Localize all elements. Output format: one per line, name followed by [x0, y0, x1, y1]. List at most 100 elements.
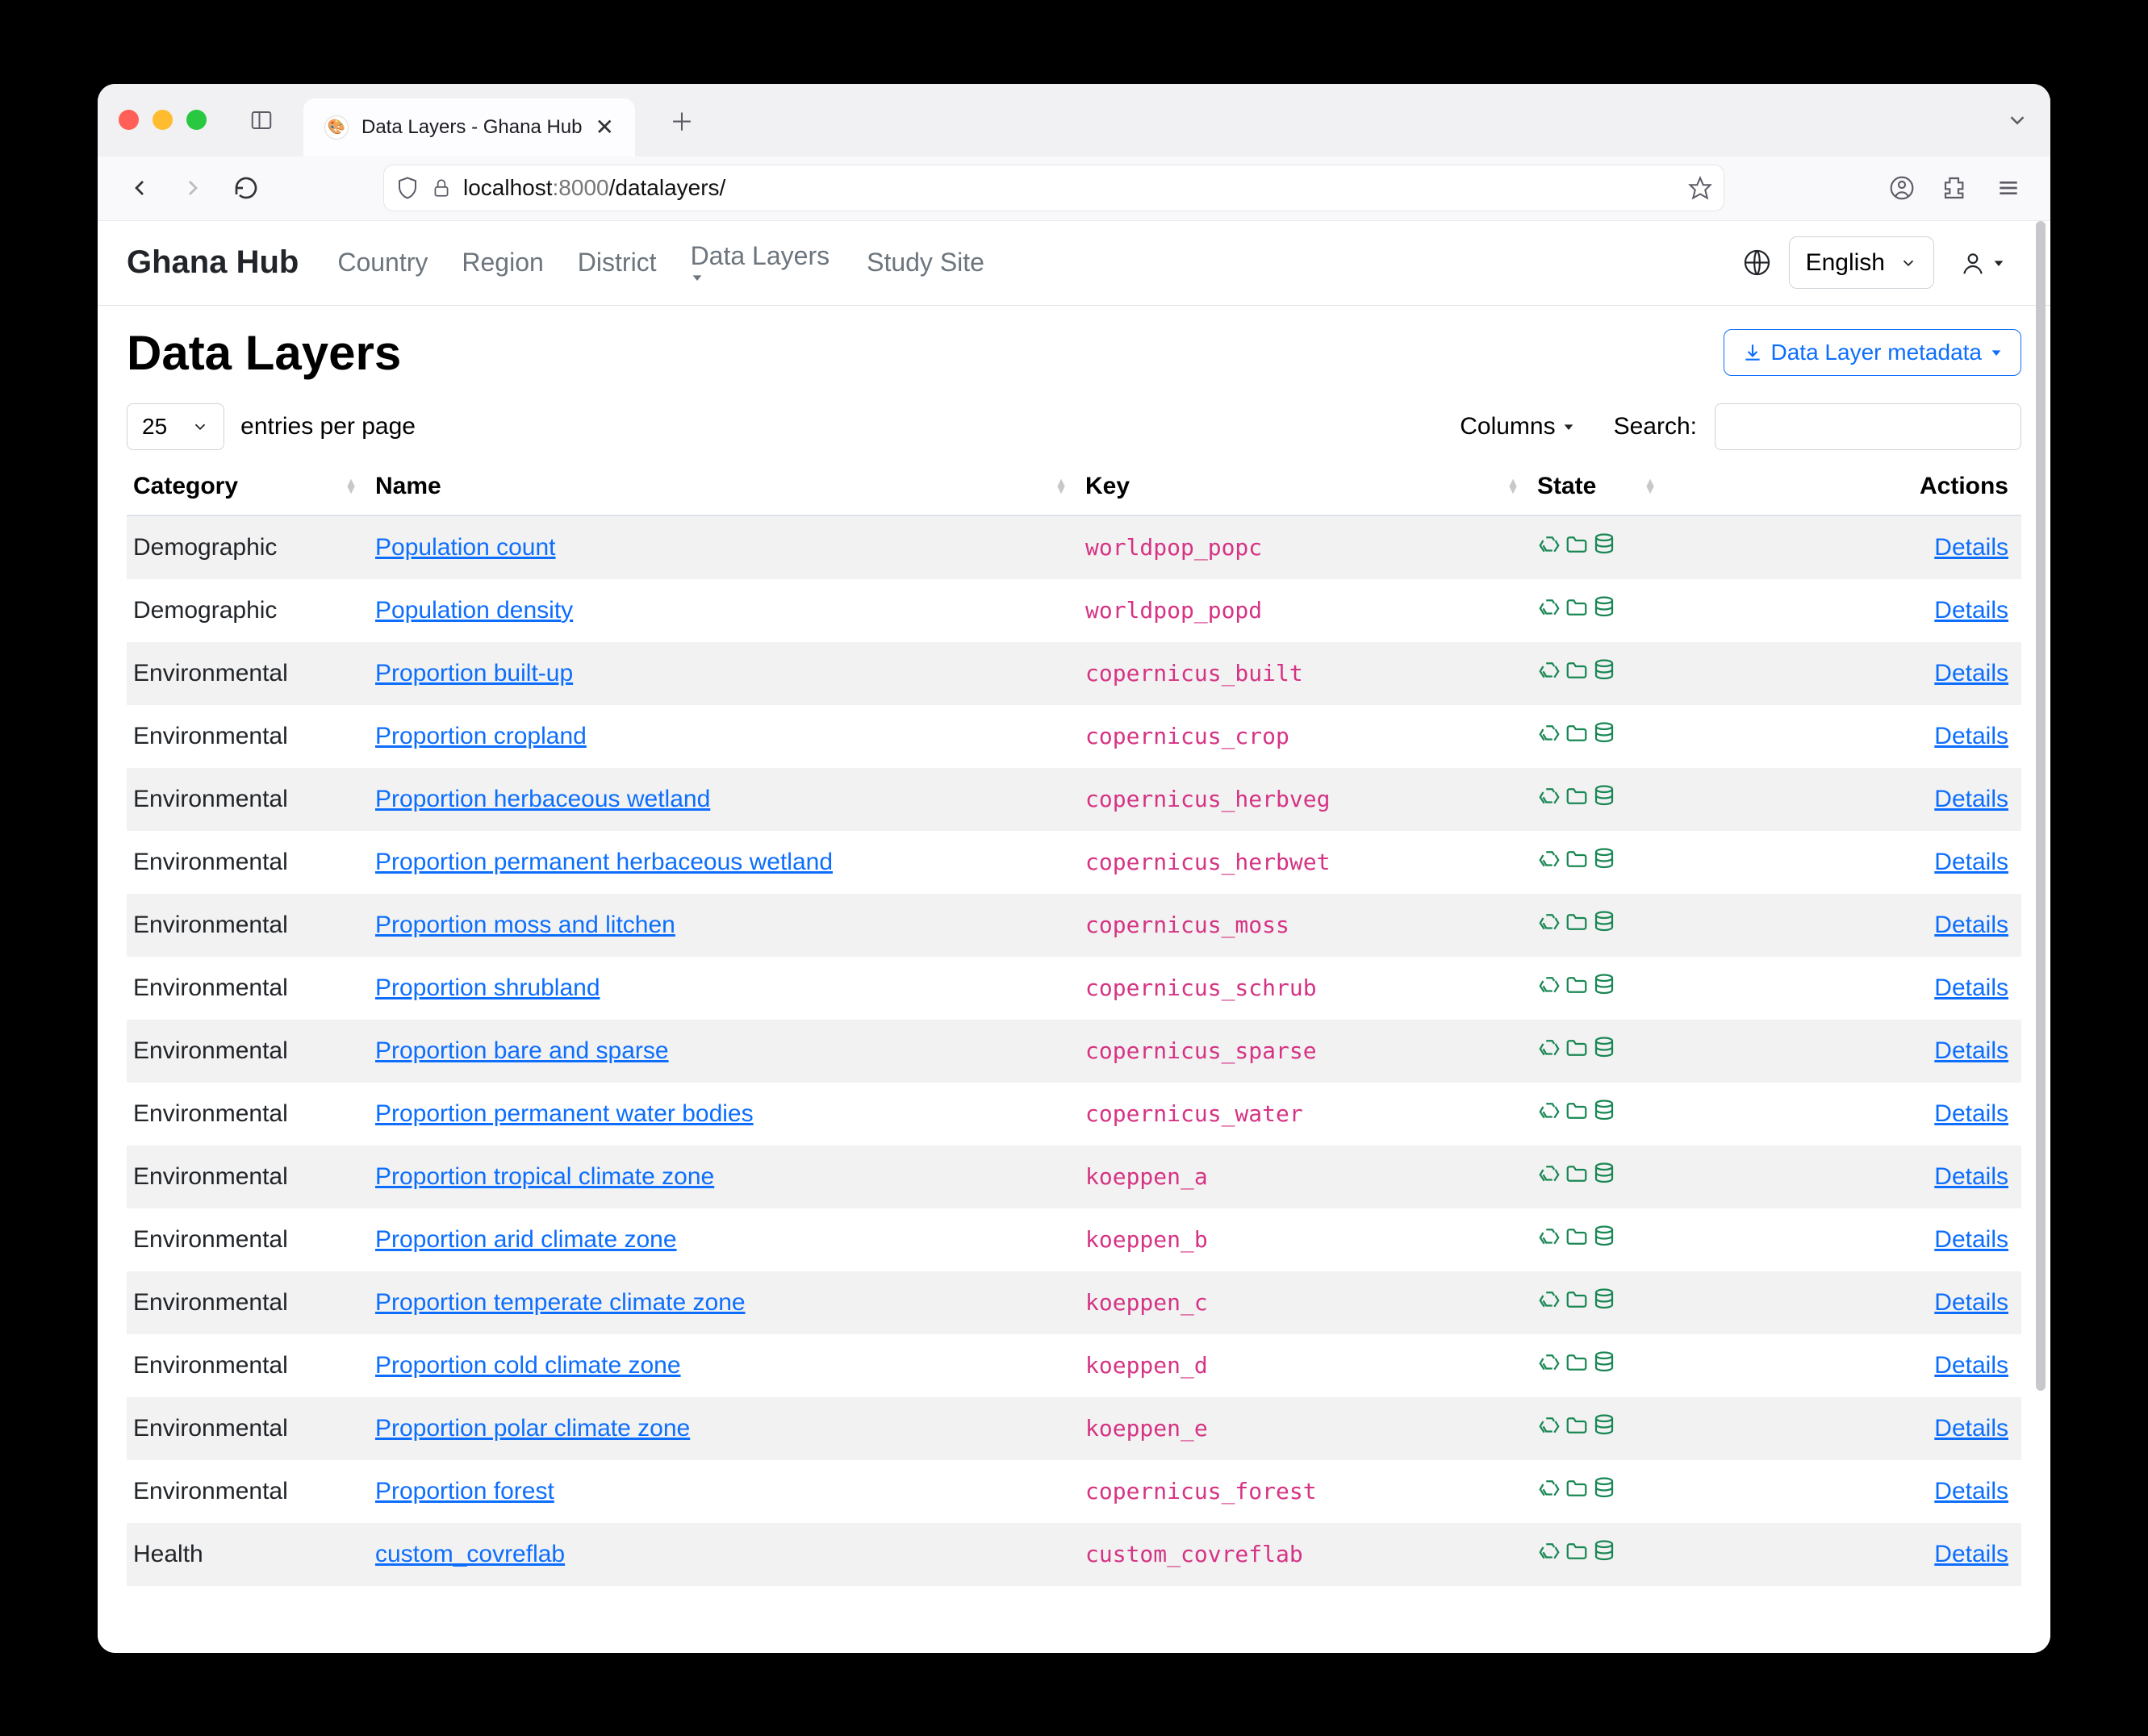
layer-link[interactable]: Proportion temperate climate zone	[375, 1289, 746, 1316]
site-brand[interactable]: Ghana Hub	[127, 244, 299, 281]
state-icons	[1537, 1099, 1616, 1123]
cell-state	[1531, 957, 1668, 1020]
layer-link[interactable]: Proportion forest	[375, 1478, 554, 1504]
state-icons	[1537, 1162, 1616, 1186]
folder-icon	[1565, 1162, 1589, 1186]
forward-button[interactable]	[172, 167, 214, 209]
layer-link[interactable]: Proportion tropical climate zone	[375, 1163, 714, 1190]
details-link[interactable]: Details	[1934, 912, 2008, 938]
col-category[interactable]: Category▲▼	[127, 458, 369, 515]
tabs-overflow-icon[interactable]	[2005, 108, 2029, 132]
layer-link[interactable]: Proportion herbaceous wetland	[375, 786, 710, 812]
cell-name: Proportion tropical climate zone	[369, 1146, 1079, 1208]
nav-link-district[interactable]: District	[573, 241, 662, 284]
cell-name: Proportion permanent water bodies	[369, 1083, 1079, 1146]
folder-icon	[1565, 973, 1589, 997]
extensions-icon[interactable]	[1934, 167, 1976, 209]
col-key[interactable]: Key▲▼	[1079, 458, 1531, 515]
table-row: Environmental Proportion temperate clima…	[127, 1271, 2021, 1334]
metadata-download-button[interactable]: Data Layer metadata	[1724, 329, 2022, 376]
details-link[interactable]: Details	[1934, 849, 2008, 875]
recycle-icon	[1537, 1225, 1561, 1249]
cell-category: Demographic	[127, 515, 369, 579]
layer-link[interactable]: Population density	[375, 597, 573, 624]
entries-per-page-select[interactable]: 25	[127, 403, 224, 450]
search-label: Search:	[1614, 413, 1697, 440]
back-button[interactable]	[119, 167, 161, 209]
nav-link-study-site[interactable]: Study Site	[862, 241, 989, 284]
state-icons	[1537, 1413, 1616, 1438]
nav-link-country[interactable]: Country	[332, 241, 433, 284]
cell-name: Proportion polar climate zone	[369, 1397, 1079, 1460]
maximize-window-button[interactable]	[186, 110, 207, 130]
layer-link[interactable]: Proportion permanent herbaceous wetland	[375, 849, 833, 875]
sort-icon: ▲▼	[1055, 479, 1068, 494]
nav-link-region[interactable]: Region	[457, 241, 548, 284]
layer-link[interactable]: Proportion permanent water bodies	[375, 1100, 754, 1127]
reload-button[interactable]	[225, 167, 267, 209]
cell-name: Proportion built-up	[369, 642, 1079, 705]
nav-link-data-layers[interactable]: Data Layers	[686, 235, 838, 290]
layer-link[interactable]: Proportion cold climate zone	[375, 1352, 681, 1379]
cell-name: Proportion moss and litchen	[369, 894, 1079, 957]
bookmark-star-icon[interactable]	[1688, 176, 1712, 200]
details-link[interactable]: Details	[1934, 1352, 2008, 1379]
details-link[interactable]: Details	[1934, 1163, 2008, 1190]
url-bar[interactable]: localhost:8000/datalayers/	[383, 165, 1724, 211]
layer-link[interactable]: Proportion built-up	[375, 660, 573, 686]
details-link[interactable]: Details	[1934, 723, 2008, 749]
folder-icon	[1565, 1225, 1589, 1249]
minimize-window-button[interactable]	[153, 110, 173, 130]
details-link[interactable]: Details	[1934, 534, 2008, 561]
recycle-icon	[1537, 973, 1561, 997]
cell-name: Proportion arid climate zone	[369, 1208, 1079, 1271]
tab-close-icon[interactable]: ✕	[595, 114, 613, 140]
details-link[interactable]: Details	[1934, 1289, 2008, 1316]
sidebar-toggle-icon[interactable]	[244, 102, 279, 138]
details-link[interactable]: Details	[1934, 974, 2008, 1001]
layer-link[interactable]: Proportion bare and sparse	[375, 1037, 669, 1064]
cell-key: copernicus_moss	[1079, 894, 1531, 957]
layer-link[interactable]: Proportion shrubland	[375, 974, 600, 1001]
url-text: localhost:8000/datalayers/	[463, 175, 725, 201]
account-icon[interactable]	[1881, 167, 1923, 209]
col-state[interactable]: State▲▼	[1531, 458, 1668, 515]
database-icon	[1592, 973, 1616, 997]
table-row: Environmental Proportion built-up copern…	[127, 642, 2021, 705]
details-link[interactable]: Details	[1934, 1478, 2008, 1504]
layer-link[interactable]: Proportion cropland	[375, 723, 587, 749]
browser-tab[interactable]: 🎨 Data Layers - Ghana Hub ✕	[303, 98, 635, 156]
search-input[interactable]	[1715, 403, 2021, 450]
details-link[interactable]: Details	[1934, 660, 2008, 686]
language-select[interactable]: English	[1789, 236, 1934, 289]
state-icons	[1537, 847, 1616, 871]
sort-icon: ▲▼	[345, 479, 357, 494]
scrollbar-thumb[interactable]	[2036, 221, 2046, 1392]
details-link[interactable]: Details	[1934, 1415, 2008, 1442]
layer-link[interactable]: custom_covreflab	[375, 1541, 565, 1567]
app-menu-icon[interactable]	[1987, 167, 2029, 209]
layer-link[interactable]: Proportion arid climate zone	[375, 1226, 677, 1253]
columns-dropdown[interactable]: Columns	[1460, 413, 1574, 440]
details-link[interactable]: Details	[1934, 786, 2008, 812]
details-link[interactable]: Details	[1934, 1037, 2008, 1064]
cell-category: Environmental	[127, 1397, 369, 1460]
details-link[interactable]: Details	[1934, 1226, 2008, 1253]
vertical-scrollbar[interactable]	[2034, 221, 2047, 1648]
details-link[interactable]: Details	[1934, 597, 2008, 624]
folder-icon	[1565, 1539, 1589, 1563]
download-icon	[1742, 342, 1763, 363]
tab-favicon-icon: 🎨	[324, 115, 349, 140]
layer-link[interactable]: Proportion moss and litchen	[375, 912, 675, 938]
details-link[interactable]: Details	[1934, 1541, 2008, 1567]
close-window-button[interactable]	[119, 110, 139, 130]
col-name[interactable]: Name▲▼	[369, 458, 1079, 515]
layer-link[interactable]: Population count	[375, 534, 556, 561]
lock-icon	[431, 177, 452, 198]
cell-actions: Details	[1668, 1397, 2021, 1460]
new-tab-button[interactable]: ＋	[664, 102, 700, 138]
layer-link[interactable]: Proportion polar climate zone	[375, 1415, 690, 1442]
cell-actions: Details	[1668, 1083, 2021, 1146]
details-link[interactable]: Details	[1934, 1100, 2008, 1127]
user-menu[interactable]	[1960, 250, 2005, 276]
